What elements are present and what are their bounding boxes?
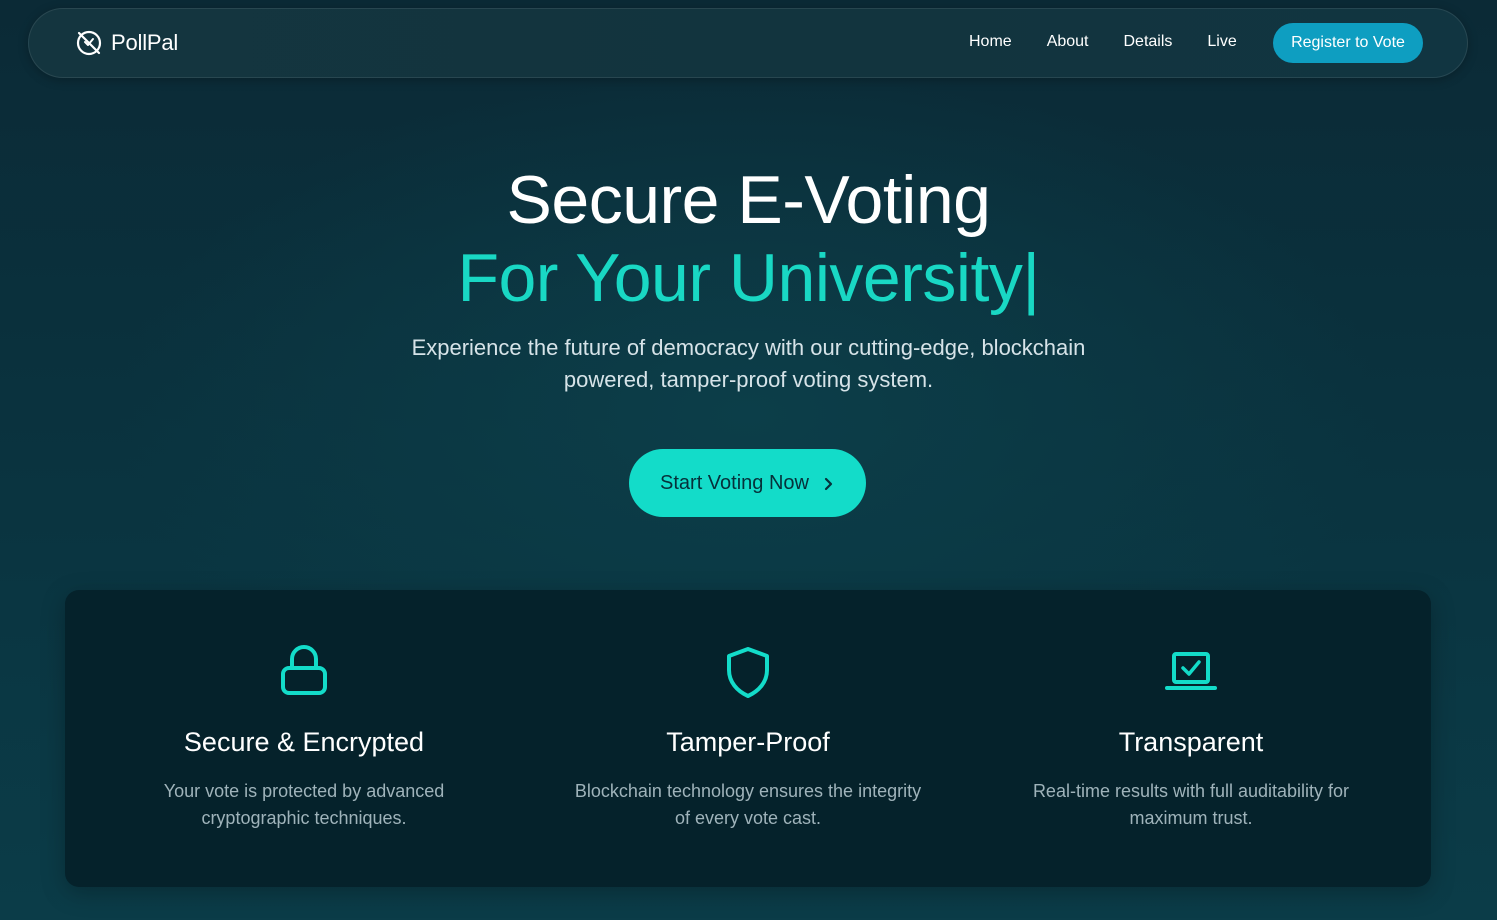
start-voting-label: Start Voting Now: [660, 471, 809, 494]
hero-title: Secure E-Voting: [506, 162, 991, 238]
feature-title: Transparent: [1118, 727, 1264, 757]
features-panel: Secure & Encrypted Your vote is protecte…: [65, 590, 1431, 887]
feature-title: Secure & Encrypted: [183, 727, 425, 757]
hero-subtitle: For Your University|: [457, 240, 1040, 316]
nav-link-live[interactable]: Live: [1207, 32, 1236, 52]
navbar: PollPal Home About Details Live Register…: [28, 8, 1468, 78]
shield-icon: [722, 644, 774, 700]
hero-section: Secure E-Voting For Your University| Exp…: [0, 160, 1497, 396]
feature-description: Real-time results with full auditability…: [1032, 781, 1350, 828]
chevron-right-icon: [823, 475, 835, 491]
brand-logo[interactable]: PollPal: [75, 29, 178, 57]
laptop-check-icon: [1165, 644, 1217, 700]
feature-title: Tamper-Proof: [666, 727, 830, 757]
feature-description: Blockchain technology ensures the integr…: [574, 781, 922, 828]
feature-description: Your vote is protected by advanced crypt…: [163, 781, 445, 828]
brand-name: PollPal: [111, 30, 179, 55]
nav-link-about[interactable]: About: [1047, 32, 1089, 52]
nav-link-home[interactable]: Home: [969, 32, 1012, 52]
nav-link-details[interactable]: Details: [1124, 32, 1173, 52]
ban-circle-icon: [75, 29, 103, 57]
register-to-vote-button[interactable]: Register to Vote: [1273, 23, 1423, 63]
hero-description: Experience the future of democracy with …: [411, 335, 1086, 392]
lock-icon: [278, 644, 330, 700]
start-voting-button[interactable]: Start Voting Now: [629, 449, 866, 517]
nav-links: Home About Details Live: [969, 32, 1272, 52]
